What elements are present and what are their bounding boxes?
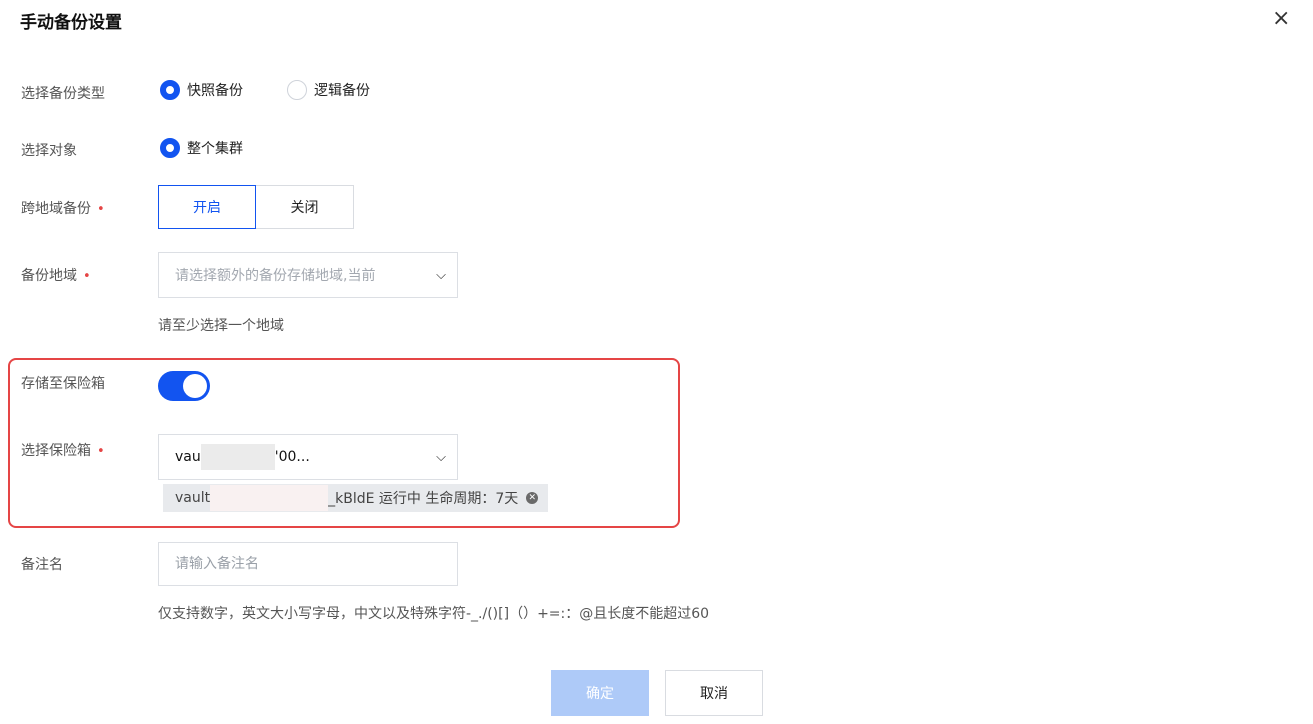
vault-select[interactable]: vau '00... ⌵ [158, 434, 458, 480]
radio-snapshot-backup[interactable]: 快照备份 [160, 80, 243, 100]
close-icon[interactable]: × [1272, 6, 1290, 31]
redacted-area [200, 444, 275, 470]
dialog-title: 手动备份设置 [20, 13, 122, 33]
radio-label: 逻辑备份 [314, 83, 370, 99]
radio-unchecked-icon [287, 80, 307, 100]
radio-logical-backup[interactable]: 逻辑备份 [287, 80, 370, 100]
radio-checked-icon [160, 80, 180, 100]
remark-hint: 仅支持数字，英文大小写字母，中文以及特殊字符-_./()[]（）+=:：@且长度… [158, 606, 710, 622]
cross-region-label: 跨地域备份 • [21, 198, 105, 218]
cross-region-on-button[interactable]: 开启 [158, 185, 256, 229]
confirm-button[interactable]: 确定 [551, 670, 649, 716]
chevron-down-icon: ⌵ [436, 449, 446, 465]
remark-label: 备注名 [21, 557, 63, 573]
radio-checked-icon [160, 138, 180, 158]
vault-tag-suffix: _kBldE 运行中 生命周期：7天 [328, 491, 519, 507]
vault-store-label: 存储至保险箱 [21, 376, 105, 392]
region-hint: 请至少选择一个地域 [158, 318, 284, 334]
target-label: 选择对象 [21, 143, 77, 159]
radio-label: 快照备份 [187, 83, 243, 99]
vault-store-switch[interactable] [158, 371, 210, 401]
region-placeholder: 请选择额外的备份存储地域,当前 [175, 268, 376, 284]
tag-remove-icon[interactable]: ✕ [526, 492, 539, 504]
chevron-down-icon: ⌵ [436, 267, 446, 283]
vault-select-label: 选择保险箱 • [21, 440, 105, 460]
vault-value-suffix: '00... [274, 449, 310, 465]
redacted-area [210, 485, 329, 511]
cross-region-off-button[interactable]: 关闭 [256, 185, 354, 229]
cancel-button[interactable]: 取消 [665, 670, 763, 716]
vault-tag-prefix: vault [175, 490, 211, 506]
vault-select-value: vau '00... [159, 444, 425, 470]
remark-input[interactable] [158, 542, 458, 586]
radio-label: 整个集群 [187, 141, 243, 157]
region-select[interactable]: 请选择额外的备份存储地域,当前 ⌵ [158, 252, 458, 298]
region-label: 备份地域 • [21, 265, 91, 285]
vault-value-prefix: vau [175, 449, 201, 465]
cross-region-toggle-group: 开启 关闭 [158, 185, 354, 229]
cross-region-label-text: 跨地域备份 [21, 201, 91, 217]
switch-knob [183, 374, 207, 398]
vault-select-label-text: 选择保险箱 [21, 443, 91, 459]
required-mark: • [83, 269, 91, 284]
region-label-text: 备份地域 [21, 268, 77, 284]
required-mark: • [97, 202, 105, 217]
selected-vault-tag: vault _kBldE 运行中 生命周期：7天 ✕ [163, 484, 549, 512]
radio-whole-cluster[interactable]: 整个集群 [160, 138, 243, 158]
required-mark: • [97, 444, 105, 459]
backup-type-label: 选择备份类型 [21, 86, 105, 102]
